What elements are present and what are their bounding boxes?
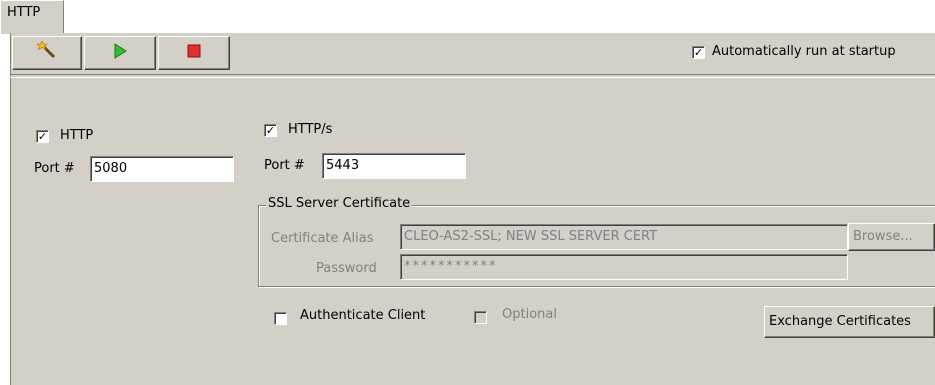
stop-icon xyxy=(187,44,201,62)
check-icon: ✓ xyxy=(37,130,48,143)
browse-button[interactable]: Browse... xyxy=(848,223,935,251)
ssl-group-title: SSL Server Certificate xyxy=(266,196,413,211)
https-port-label: Port # xyxy=(264,158,305,173)
tab-http-label: HTTP xyxy=(7,5,41,20)
start-button[interactable] xyxy=(84,36,156,70)
check-icon: ✓ xyxy=(265,124,276,137)
https-checkbox[interactable]: ✓ xyxy=(264,124,277,137)
http-port-label: Port # xyxy=(34,161,75,176)
optional-checkbox[interactable] xyxy=(474,311,487,324)
certificate-alias-label: Certificate Alias xyxy=(271,231,374,246)
http-port-input[interactable]: 5080 xyxy=(90,156,234,182)
https-port-input[interactable]: 5443 xyxy=(322,153,466,179)
auto-run-checkbox[interactable]: ✓ xyxy=(692,46,705,59)
check-icon: ✓ xyxy=(693,46,704,59)
configure-button[interactable] xyxy=(12,36,82,70)
authenticate-client-label: Authenticate Client xyxy=(300,308,426,323)
authenticate-client-checkbox[interactable] xyxy=(274,312,287,325)
password-field[interactable]: *********** xyxy=(400,254,848,280)
play-icon xyxy=(113,43,127,63)
http-checkbox[interactable]: ✓ xyxy=(36,130,49,143)
optional-label: Optional xyxy=(502,307,557,322)
toolbar-separator xyxy=(10,74,935,78)
tab-http[interactable]: HTTP xyxy=(0,0,64,34)
https-label: HTTP/s xyxy=(288,122,333,137)
auto-run-label: Automatically run at startup xyxy=(712,44,896,59)
wand-icon xyxy=(36,40,58,65)
http-label: HTTP xyxy=(60,128,94,143)
password-label: Password xyxy=(316,261,377,276)
exchange-certificates-button[interactable]: Exchange Certificates xyxy=(764,306,935,338)
stop-button[interactable] xyxy=(158,36,230,70)
certificate-alias-field[interactable]: CLEO-AS2-SSL; NEW SSL SERVER CERT xyxy=(400,224,848,250)
